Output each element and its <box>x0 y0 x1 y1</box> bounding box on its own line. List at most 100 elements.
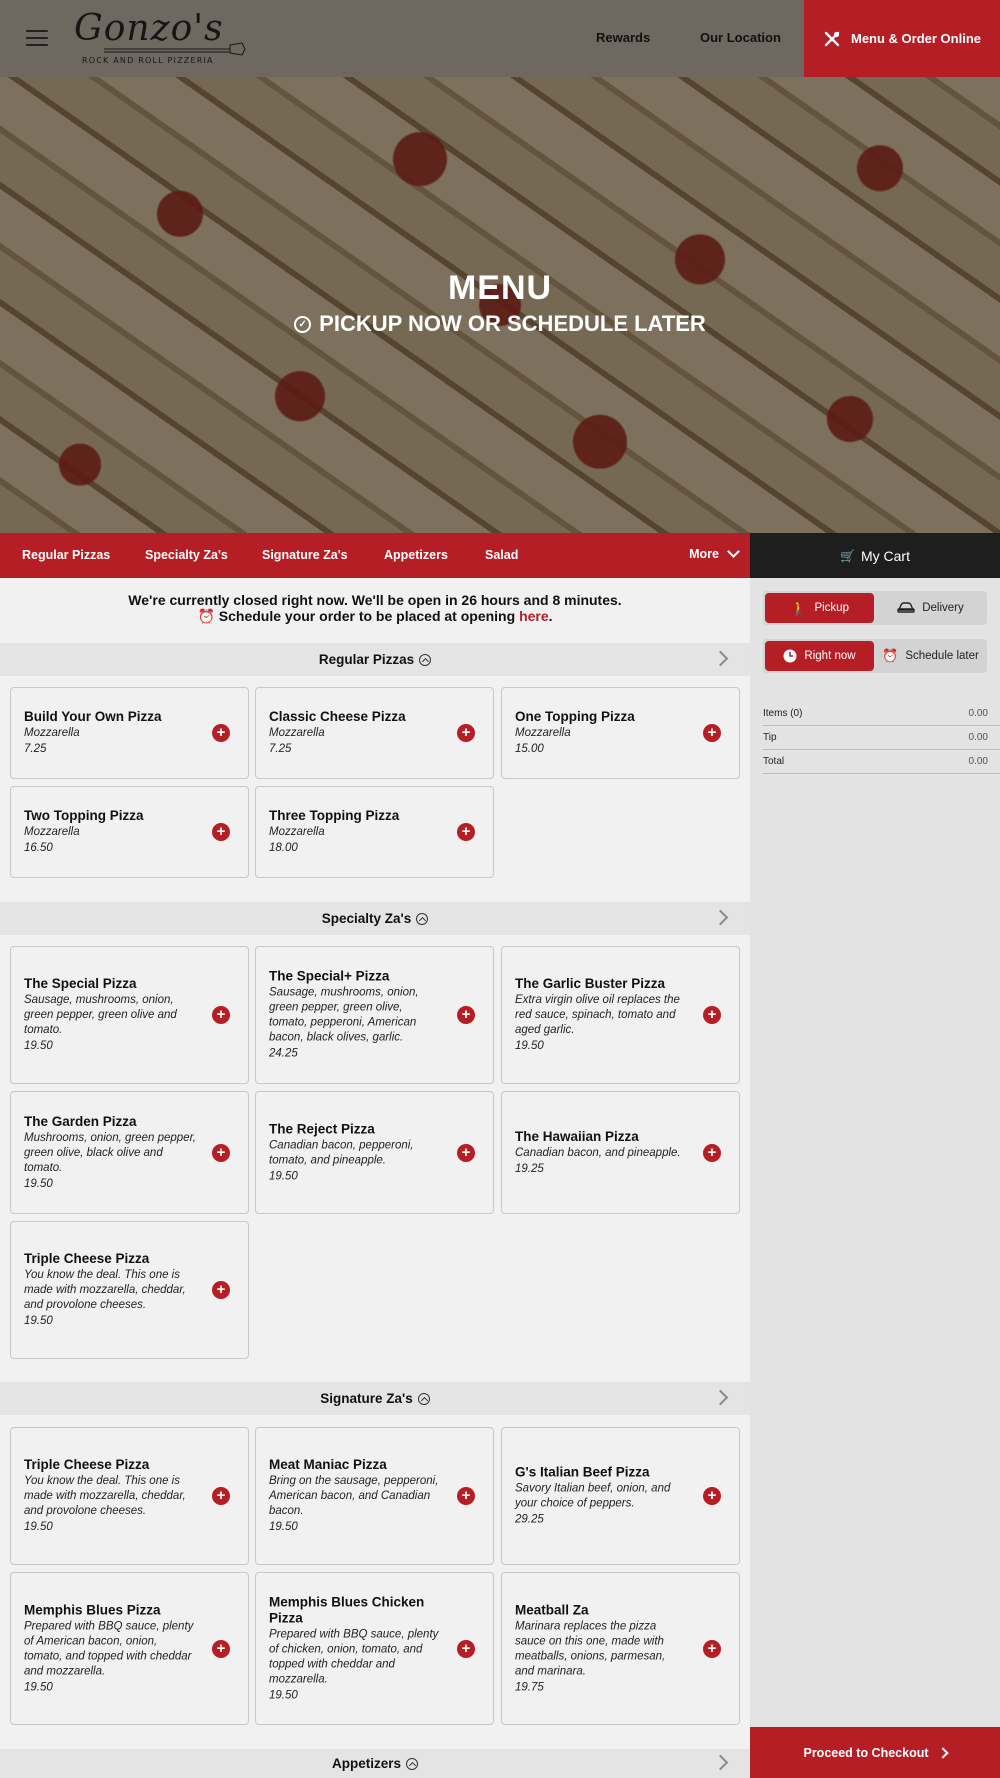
section-header-specialty-zas[interactable]: Specialty Za's <box>0 902 750 935</box>
menu-item-card[interactable]: The Special Pizza Sausage, mushrooms, oni… <box>10 946 249 1084</box>
menu-item-card[interactable]: Meatball Za Marinara replaces the pizza s… <box>501 1572 740 1725</box>
menu-item-card[interactable]: The Reject Pizza Canadian bacon, pepperon… <box>255 1091 494 1214</box>
chevron-right-icon[interactable] <box>712 909 729 926</box>
fulfillment-toggle: 🚶 Pickup Delivery <box>763 591 987 625</box>
add-item-button[interactable]: + <box>457 823 475 841</box>
item-name: Triple Cheese Pizza <box>24 1251 150 1266</box>
cart-icon: 🛒 <box>840 548 855 563</box>
item-description: Prepared with BBQ sauce, plenty of Ameri… <box>24 1620 194 1677</box>
logo[interactable]: Gonzo's ROCK AND ROLL PIZZERIA <box>74 10 246 68</box>
add-item-button[interactable]: + <box>212 1143 230 1162</box>
item-description: Marinara replaces the pizza sauce on thi… <box>515 1620 666 1677</box>
collapse-up-icon <box>406 1757 419 1770</box>
menu-item-card[interactable]: The Garden Pizza Mushrooms, onion, green … <box>10 1091 249 1214</box>
closed-notice: We're currently closed right now. We'll … <box>0 592 750 624</box>
guitar-icon <box>104 42 246 56</box>
category-signature-zas[interactable]: Signature Za's <box>262 548 348 562</box>
add-item-button[interactable]: + <box>703 1006 721 1024</box>
menu-item-card[interactable]: Triple Cheese Pizza You know the deal. Th… <box>10 1427 249 1565</box>
alarm-clock-icon: ⏰ <box>197 608 215 624</box>
section-header-regular-pizzas[interactable]: Regular Pizzas <box>0 643 750 676</box>
item-description: Mozzarella <box>24 727 80 739</box>
item-price: 7.25 <box>269 743 292 755</box>
menu-item-card[interactable]: Memphis Blues Chicken Pizza Prepared with… <box>255 1572 494 1725</box>
menu-item-card[interactable]: The Special+ Pizza Sausage, mushrooms, on… <box>255 946 494 1084</box>
section-title: Appetizers <box>331 1756 402 1771</box>
item-description: Mozzarella <box>515 727 571 739</box>
item-description: Canadian bacon, pepperoni, tomato, and p… <box>269 1139 414 1166</box>
item-price: 19.50 <box>269 1689 298 1701</box>
add-item-button[interactable]: + <box>212 1487 230 1505</box>
menu-item-card[interactable]: The Hawaiian Pizza Canadian bacon, and pi… <box>501 1091 740 1214</box>
hero-subtitle-text: PICKUP NOW OR SCHEDULE LATER <box>319 311 706 336</box>
delivery-button[interactable]: Delivery <box>876 593 985 623</box>
schedule-later-label: Schedule later <box>905 650 979 662</box>
menu-item-card[interactable]: Build Your Own Pizza Mozzarella 7.25 + <box>10 687 249 779</box>
nav-our-location[interactable]: Our Location <box>700 30 781 45</box>
item-name: Classic Cheese Pizza <box>269 709 406 724</box>
menu-order-online-label: Menu & Order Online <box>850 31 981 46</box>
add-item-button[interactable]: + <box>212 1281 230 1299</box>
my-cart-header[interactable]: 🛒 My Cart <box>750 533 1000 578</box>
category-appetizers[interactable]: Appetizers <box>384 548 448 562</box>
hero-title: MENU <box>447 269 553 307</box>
add-item-button[interactable]: + <box>703 1639 721 1658</box>
section-header-appetizers[interactable]: Appetizers <box>0 1749 750 1778</box>
add-item-button[interactable]: + <box>212 1639 230 1658</box>
item-name: Meatball Za <box>515 1602 589 1617</box>
menu-item-card[interactable]: Memphis Blues Pizza Prepared with BBQ sau… <box>10 1572 249 1725</box>
category-specialty-zas[interactable]: Specialty Za's <box>145 548 228 562</box>
chevron-right-icon[interactable] <box>712 1754 729 1771</box>
logo-tagline: ROCK AND ROLL PIZZERIA <box>82 56 214 65</box>
item-name: The Garlic Buster Pizza <box>515 976 666 991</box>
item-price: 19.50 <box>515 1040 544 1052</box>
item-price: 19.75 <box>515 1681 544 1693</box>
category-more-dropdown[interactable]: More <box>689 545 740 561</box>
add-item-button[interactable]: + <box>212 823 230 841</box>
add-item-button[interactable]: + <box>457 724 475 742</box>
total-label: Total <box>763 756 785 767</box>
right-now-button[interactable]: Right now <box>765 641 874 671</box>
cart-tip-row: Tip 0.00 <box>763 726 1000 750</box>
menu-icon[interactable] <box>26 30 48 46</box>
add-item-button[interactable]: + <box>703 724 721 742</box>
timing-toggle: Right now ⏰ Schedule later <box>763 639 987 673</box>
add-item-button[interactable]: + <box>212 1006 230 1024</box>
utensils-icon <box>824 31 840 46</box>
menu-item-card[interactable]: The Garlic Buster Pizza Extra virgin oliv… <box>501 946 740 1084</box>
menu-item-card[interactable]: G's Italian Beef Pizza Savory Italian bee… <box>501 1427 740 1565</box>
add-item-button[interactable]: + <box>703 1487 721 1505</box>
section-title: Specialty Za's <box>321 911 412 926</box>
category-regular-pizzas[interactable]: Regular Pizzas <box>22 548 110 562</box>
category-salad[interactable]: Salad <box>485 548 518 562</box>
car-icon <box>897 602 915 613</box>
section-header-signature-zas[interactable]: Signature Za's <box>0 1382 750 1415</box>
menu-item-card[interactable]: Two Topping Pizza Mozzarella 16.50 + <box>10 786 249 878</box>
menu-item-card[interactable]: Triple Cheese Pizza You know the deal. Th… <box>10 1221 249 1359</box>
menu-item-card[interactable]: Meat Maniac Pizza Bring on the sausage, p… <box>255 1427 494 1565</box>
add-item-button[interactable]: + <box>457 1006 475 1024</box>
menu-item-card[interactable]: Classic Cheese Pizza Mozzarella 7.25 + <box>255 687 494 779</box>
menu-order-online-button[interactable]: Menu & Order Online <box>804 0 1000 77</box>
chevron-right-icon[interactable] <box>712 1389 729 1406</box>
add-item-button[interactable]: + <box>457 1639 475 1658</box>
menu-item-card[interactable]: One Topping Pizza Mozzarella 15.00 + <box>501 687 740 779</box>
schedule-here-link[interactable]: here <box>519 608 549 624</box>
add-item-button[interactable]: + <box>703 1143 721 1162</box>
delivery-label: Delivery <box>922 602 964 614</box>
proceed-to-checkout-button[interactable]: Proceed to Checkout <box>750 1727 1000 1778</box>
menu-item-card[interactable]: Three Topping Pizza Mozzarella 18.00 + <box>255 786 494 878</box>
schedule-later-button[interactable]: ⏰ Schedule later <box>876 641 985 671</box>
item-name: One Topping Pizza <box>515 709 635 724</box>
item-description: Mushrooms, onion, green pepper, green ol… <box>24 1131 196 1174</box>
nav-rewards[interactable]: Rewards <box>596 30 650 45</box>
chevron-right-icon[interactable] <box>712 650 729 667</box>
add-item-button[interactable]: + <box>457 1487 475 1505</box>
add-item-button[interactable]: + <box>457 1143 475 1162</box>
collapse-up-icon <box>417 1392 430 1405</box>
total-value: 0.00 <box>968 756 988 767</box>
add-item-button[interactable]: + <box>212 724 230 742</box>
pickup-button[interactable]: 🚶 Pickup <box>765 593 874 623</box>
item-description: You know the deal. This one is made with… <box>24 1475 186 1517</box>
cart-total-row: Total 0.00 <box>763 750 1000 774</box>
